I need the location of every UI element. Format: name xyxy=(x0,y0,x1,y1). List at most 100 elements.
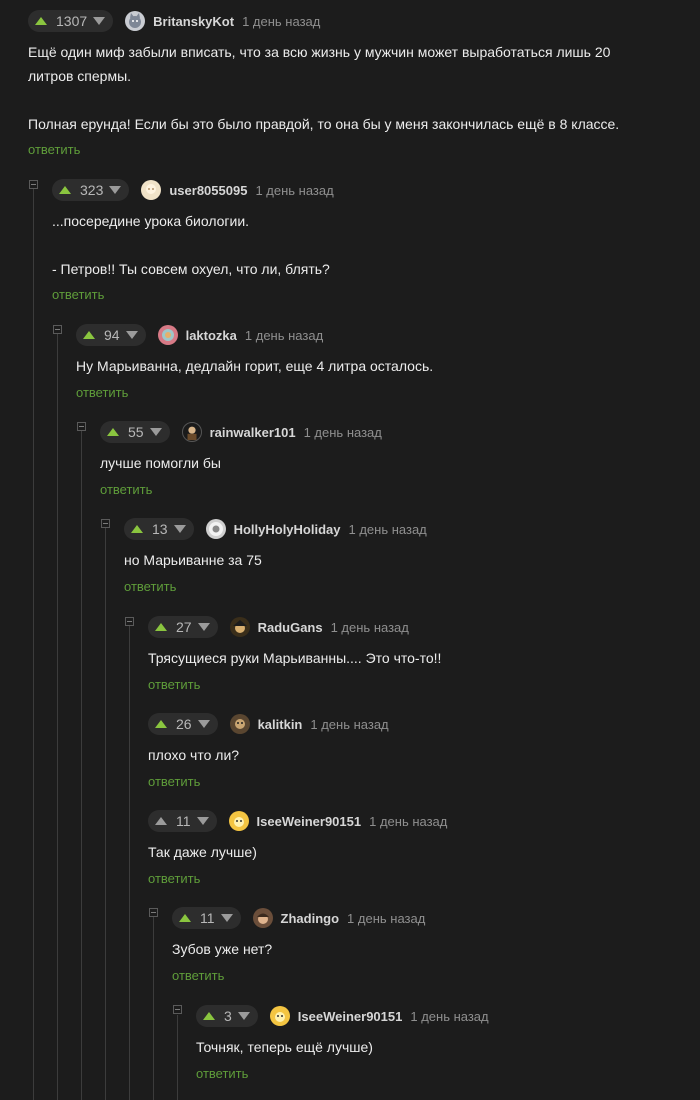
comment-text: но Марьиванне за 75 xyxy=(124,552,262,568)
downvote-icon[interactable] xyxy=(125,331,138,339)
downvote-icon[interactable] xyxy=(197,623,210,631)
username-link[interactable]: Zhadingo xyxy=(281,911,340,926)
thread-line[interactable] xyxy=(105,528,106,1100)
reply-link[interactable]: ответить xyxy=(196,1066,248,1081)
vote-widget: 27 xyxy=(148,616,218,638)
vote-count: 11 xyxy=(176,813,191,829)
vote-count: 11 xyxy=(200,910,215,926)
thread-line[interactable] xyxy=(33,188,34,1100)
comment-timestamp: 1 день назад xyxy=(310,716,389,732)
reply-link[interactable]: ответить xyxy=(100,482,152,497)
downvote-icon[interactable] xyxy=(237,1012,250,1020)
vote-widget: 323 xyxy=(52,179,130,201)
comment-text: Зубов уже нет? xyxy=(172,941,273,957)
user-avatar-icon[interactable] xyxy=(157,325,178,345)
vote-count: 13 xyxy=(152,521,168,537)
vote-widget: 55 xyxy=(100,421,170,443)
username-link[interactable]: HollyHolyHoliday xyxy=(234,522,341,537)
upvote-icon[interactable] xyxy=(179,914,191,922)
comment-timestamp: 1 день назад xyxy=(347,910,426,926)
reply-link[interactable]: ответить xyxy=(172,968,224,983)
username-link[interactable]: laktozka xyxy=(186,328,237,343)
upvote-icon[interactable] xyxy=(203,1012,215,1020)
user-avatar-icon[interactable] xyxy=(229,617,250,637)
reply-link[interactable]: ответить xyxy=(148,677,200,692)
upvote-icon[interactable] xyxy=(155,623,167,631)
username-link[interactable]: IseeWeiner90151 xyxy=(257,814,362,829)
collapse-toggle[interactable] xyxy=(77,422,86,431)
comment-timestamp: 1 день назад xyxy=(369,813,448,829)
upvote-icon[interactable] xyxy=(131,525,143,533)
comment-text: ...посередине урока биологии. - Петров!!… xyxy=(52,213,330,277)
comments-thread: 1307 BritanskyKot 1 день назад Ещё один … xyxy=(0,0,700,1100)
username-link[interactable]: BritanskyKot xyxy=(153,14,234,29)
collapse-toggle[interactable] xyxy=(149,908,158,917)
user-avatar-icon[interactable] xyxy=(181,422,202,442)
vote-count: 3 xyxy=(224,1008,232,1024)
collapse-toggle[interactable] xyxy=(125,617,134,626)
thread-line[interactable] xyxy=(153,917,154,1100)
downvote-icon[interactable] xyxy=(93,17,106,25)
vote-widget: 94 xyxy=(76,324,146,346)
thread-line[interactable] xyxy=(81,431,82,1100)
comment-text: лучше помогли бы xyxy=(100,455,221,471)
comment-header: 11 IseeWeiner90151 1 день назад xyxy=(148,810,447,832)
thread-line[interactable] xyxy=(129,626,130,1100)
upvote-icon[interactable] xyxy=(155,817,167,825)
comment-header: 26 kalitkin 1 день назад xyxy=(148,713,389,735)
collapse-toggle[interactable] xyxy=(101,519,110,528)
reply-link[interactable]: ответить xyxy=(148,774,200,789)
username-link[interactable]: user8055095 xyxy=(169,183,247,198)
downvote-icon[interactable] xyxy=(173,525,186,533)
comment-header: 3 IseeWeiner90151 1 день назад xyxy=(196,1005,489,1027)
reply-link[interactable]: ответить xyxy=(124,579,176,594)
collapse-toggle[interactable] xyxy=(29,180,38,189)
user-avatar-icon[interactable] xyxy=(205,519,226,539)
upvote-icon[interactable] xyxy=(155,720,167,728)
downvote-icon[interactable] xyxy=(197,720,210,728)
downvote-icon[interactable] xyxy=(109,186,122,194)
downvote-icon[interactable] xyxy=(196,817,209,825)
cat-avatar-icon[interactable] xyxy=(125,11,146,31)
reply-link[interactable]: ответить xyxy=(148,871,200,886)
comment-header: 323 user8055095 1 день назад xyxy=(52,179,334,201)
upvote-icon[interactable] xyxy=(59,186,71,194)
comment-text: Ещё один миф забыли вписать, что за всю … xyxy=(28,44,620,132)
downvote-icon[interactable] xyxy=(149,428,162,436)
collapse-toggle[interactable] xyxy=(53,325,62,334)
user-avatar-icon[interactable] xyxy=(252,908,273,928)
username-link[interactable]: IseeWeiner90151 xyxy=(298,1009,403,1024)
vote-widget: 26 xyxy=(148,713,218,735)
thread-line[interactable] xyxy=(177,1015,178,1100)
reply-link[interactable]: ответить xyxy=(52,287,104,302)
comment-header: 11 Zhadingo 1 день назад xyxy=(172,907,425,929)
downvote-icon[interactable] xyxy=(220,914,233,922)
user-avatar-icon[interactable] xyxy=(228,811,249,831)
default-avatar-icon[interactable] xyxy=(141,180,162,200)
vote-count: 55 xyxy=(128,424,144,440)
comment-header: 55 rainwalker101 1 день назад xyxy=(100,421,382,443)
thread-line[interactable] xyxy=(57,333,58,1100)
username-link[interactable]: rainwalker101 xyxy=(210,425,296,440)
vote-count: 26 xyxy=(176,716,192,732)
vote-widget: 11 xyxy=(172,907,241,929)
upvote-icon[interactable] xyxy=(107,428,119,436)
vote-widget: 13 xyxy=(124,518,194,540)
comment-header: 94 laktozka 1 день назад xyxy=(76,324,323,346)
username-link[interactable]: RaduGans xyxy=(258,620,323,635)
reply-link[interactable]: ответить xyxy=(28,142,80,157)
comment-text: Так даже лучше) xyxy=(148,844,257,860)
comment-timestamp: 1 день назад xyxy=(410,1008,489,1024)
collapse-toggle[interactable] xyxy=(173,1005,182,1014)
user-avatar-icon[interactable] xyxy=(269,1006,290,1026)
upvote-icon[interactable] xyxy=(35,17,47,25)
user-avatar-icon[interactable] xyxy=(229,714,250,734)
username-link[interactable]: kalitkin xyxy=(258,717,303,732)
comment-header: 1307 BritanskyKot 1 день назад xyxy=(28,10,320,32)
upvote-icon[interactable] xyxy=(83,331,95,339)
reply-link[interactable]: ответить xyxy=(76,385,128,400)
comment-text: Трясущиеся руки Марьиванны.... Это что-т… xyxy=(148,650,442,666)
vote-widget: 11 xyxy=(148,810,217,832)
vote-count: 323 xyxy=(80,182,104,198)
vote-widget: 1307 xyxy=(28,10,114,32)
